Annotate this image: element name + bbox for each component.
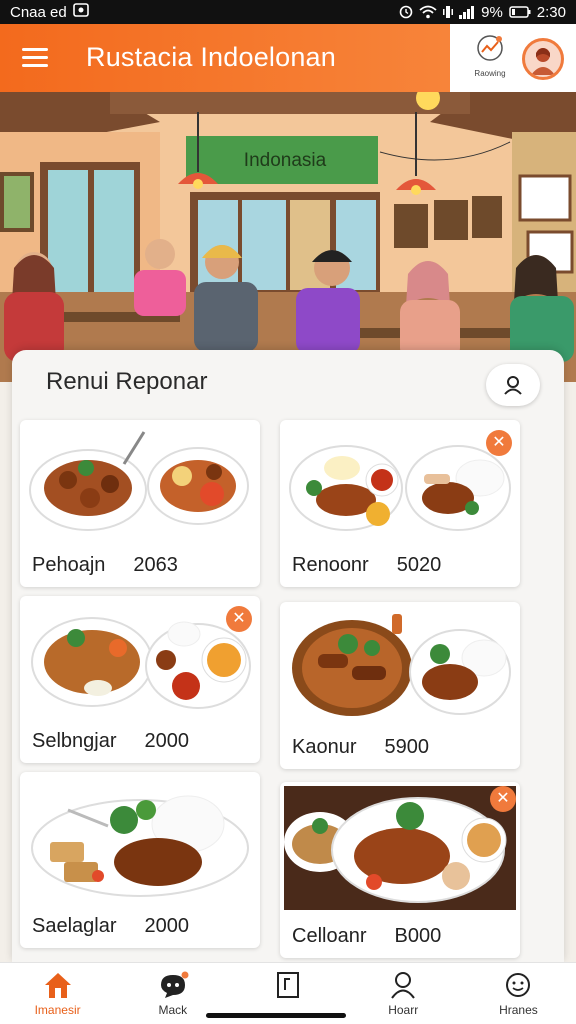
battery-percent: 9%: [481, 3, 503, 21]
signal-icon: [459, 5, 475, 19]
food-image: [288, 610, 512, 722]
food-image: [28, 780, 252, 898]
chat-icon: [160, 971, 189, 998]
nav-label: Imanesir: [34, 1003, 81, 1017]
menu-item-name: Pehoajn: [32, 554, 106, 576]
menu-item-price: 2063: [133, 554, 178, 576]
close-icon[interactable]: ✕: [226, 606, 252, 632]
hamburger-icon: [22, 48, 48, 51]
trending-button[interactable]: Raowing: [466, 34, 514, 82]
person-icon: [391, 972, 416, 999]
nav-label: Hranes: [499, 1003, 538, 1017]
menu-card[interactable]: ✕ Selbngjar 2000: [20, 596, 260, 763]
nav-item-more[interactable]: Hranes: [461, 963, 576, 1024]
vibrate-icon: [443, 5, 454, 19]
carrier-label: Cnaa ed: [10, 3, 67, 21]
wifi-icon: [419, 5, 437, 19]
nav-item-home[interactable]: Imanesir: [0, 963, 115, 1024]
hamburger-line: [22, 64, 48, 67]
app-title: Rustacia Indoelonan: [86, 42, 336, 72]
close-icon[interactable]: ✕: [486, 430, 512, 456]
battery-icon: [509, 6, 531, 18]
alarm-icon: [399, 5, 413, 19]
menu-panel: Renui Reponar Pehoajn 2063 ✕ Renoonr 502…: [12, 350, 564, 962]
food-image: [28, 604, 252, 716]
restaurant-hero-image: Indonasia: [0, 92, 576, 382]
menu-item-label: Saelaglar 2000: [32, 915, 189, 938]
app-bar: Rustacia Indoelonan Raowing: [0, 24, 576, 92]
menu-card[interactable]: ✕ Celloanr B000: [280, 782, 520, 958]
menu-item-price: 2000: [144, 915, 190, 937]
menu-item-price: 5020: [396, 554, 442, 576]
profile-button[interactable]: [486, 364, 540, 406]
menu-item-name: Celloanr: [292, 925, 367, 947]
menu-item-label: Renoonr 5020: [292, 554, 441, 577]
menu-item-label: Kaonur 5900: [292, 736, 429, 759]
menu-item-name: Saelaglar: [32, 915, 117, 937]
trending-icon: [477, 35, 503, 61]
document-icon: [277, 972, 299, 998]
food-image: [28, 428, 252, 540]
menu-card[interactable]: Pehoajn 2063: [20, 420, 260, 587]
menu-button[interactable]: [20, 44, 52, 72]
menu-item-label: Selbngjar 2000: [32, 730, 189, 753]
close-icon[interactable]: ✕: [490, 786, 516, 812]
home-indicator[interactable]: [206, 1013, 346, 1018]
menu-item-name: Selbngjar: [32, 730, 117, 752]
panel-title: Renui Reponar: [46, 368, 208, 395]
hero-sign-text: Indonasia: [243, 150, 327, 171]
nav-label: Mack: [158, 1003, 188, 1017]
menu-item-name: Kaonur: [292, 736, 357, 758]
avatar[interactable]: [522, 38, 564, 80]
menu-item-label: Pehoajn 2063: [32, 554, 178, 577]
menu-item-name: Renoonr: [292, 554, 369, 576]
menu-item-price: B000: [394, 925, 442, 947]
menu-item-price: 2000: [144, 730, 190, 752]
nav-label: Hoarr: [388, 1003, 419, 1017]
smiley-icon: [506, 973, 531, 997]
clock-time: 2:30: [536, 3, 566, 21]
menu-card[interactable]: Saelaglar 2000: [20, 772, 260, 948]
food-image: [288, 428, 512, 540]
user-icon: [504, 376, 522, 395]
menu-card[interactable]: Kaonur 5900: [280, 602, 520, 769]
status-bar: Cnaa ed 9% 2:30: [0, 0, 576, 24]
gallery-icon: [72, 3, 89, 21]
menu-card[interactable]: ✕ Renoonr 5020: [280, 420, 520, 587]
food-image: [284, 786, 516, 910]
trending-label: Raowing: [474, 69, 506, 78]
nav-item-profile[interactable]: Hoarr: [346, 963, 461, 1024]
menu-item-price: 5900: [384, 736, 430, 758]
app-bar-header: Rustacia Indoelonan: [0, 24, 450, 92]
hamburger-line: [22, 56, 48, 59]
menu-item-label: Celloanr B000: [292, 925, 441, 948]
home-icon: [44, 973, 71, 998]
